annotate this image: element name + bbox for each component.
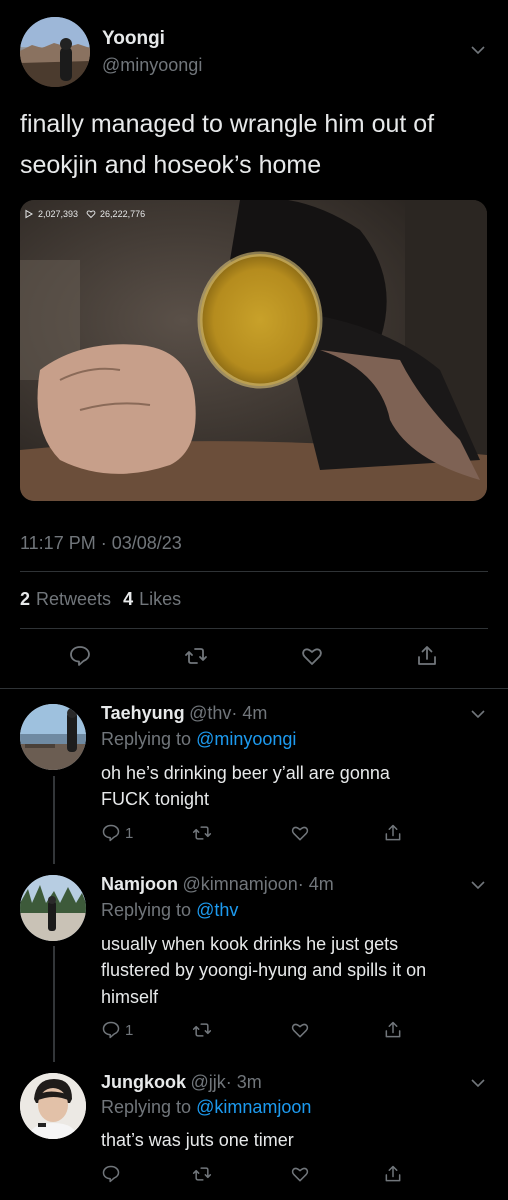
thread-line <box>53 776 55 864</box>
share-button[interactable] <box>383 1019 403 1041</box>
tweet-timestamp[interactable]: 11:17 PM · 03/08/23 <box>20 533 182 554</box>
tweet-video-media[interactable]: 2,027,393 26,222,776 <box>20 200 487 501</box>
reply-time: · 3m <box>225 1072 262 1092</box>
tweet-text-line-1: finally managed to wrangle him out of <box>20 110 435 138</box>
reply-author-handle[interactable]: @kimnamjoon <box>182 874 297 894</box>
like-button[interactable] <box>299 643 325 669</box>
avatar-image <box>20 875 86 941</box>
reply-author-name[interactable]: Taehyung <box>101 703 185 723</box>
retweet-icon <box>192 1023 212 1037</box>
share-icon <box>418 646 436 665</box>
replying-to-label: Replying to <box>101 900 192 920</box>
reply-icon <box>102 1021 120 1039</box>
divider <box>20 571 488 572</box>
reply-author-name[interactable]: Jungkook <box>101 1072 186 1092</box>
like-button[interactable] <box>290 1019 310 1041</box>
replying-to: Replying to @kimnamjoon <box>101 1097 311 1118</box>
retweet-icon <box>185 648 207 664</box>
reply-text-line-1: that’s was juts one timer <box>101 1130 294 1150</box>
share-button[interactable] <box>383 822 403 844</box>
reply-text-line-2: FUCK tonight <box>101 789 210 809</box>
reply-button[interactable]: 1 <box>101 1019 133 1041</box>
share-button[interactable] <box>383 1163 403 1185</box>
retweet-icon <box>192 1167 212 1181</box>
avatar-canyon-image <box>20 17 90 87</box>
reply-time: · 4m <box>297 874 334 894</box>
more-options-chevron-icon[interactable] <box>470 42 486 58</box>
reply-button[interactable]: 1 <box>101 822 133 844</box>
reply-author-handle[interactable]: @thv <box>189 703 231 723</box>
reply-avatar-jungkook[interactable] <box>20 1073 86 1139</box>
reply-author-handle[interactable]: @jjk <box>190 1072 225 1092</box>
heart-icon <box>302 648 322 665</box>
retweet-button[interactable] <box>192 1019 212 1041</box>
heart-icon <box>86 210 96 219</box>
reply-count: 1 <box>125 824 134 842</box>
more-options-chevron-icon[interactable] <box>470 1075 486 1091</box>
divider <box>0 688 508 689</box>
retweet-button[interactable] <box>192 1163 212 1185</box>
replying-to: Replying to @thv <box>101 900 238 921</box>
reply-count: 1 <box>125 1021 134 1039</box>
likes-count[interactable]: 4 <box>123 589 133 610</box>
more-options-chevron-icon[interactable] <box>470 877 486 893</box>
reply-text-line-3: himself <box>101 987 159 1007</box>
like-button[interactable] <box>290 1163 310 1185</box>
reply-header: Taehyung @thv· 4m <box>101 703 267 724</box>
thread-line <box>53 946 55 1062</box>
reply-time: · 4m <box>231 703 268 723</box>
reply-header: Namjoon @kimnamjoon· 4m <box>101 874 334 895</box>
author-name[interactable]: Yoongi <box>102 28 165 50</box>
reply-button[interactable] <box>101 1163 125 1185</box>
retweet-button[interactable] <box>192 822 212 844</box>
reply-header: Jungkook @jjk· 3m <box>101 1072 262 1093</box>
like-button[interactable] <box>290 822 310 844</box>
video-like-count: 26,222,776 <box>100 209 146 219</box>
reply-icon <box>70 646 90 666</box>
reply-icon <box>102 1165 120 1183</box>
reply-avatar-namjoon[interactable] <box>20 875 86 941</box>
video-frame-image <box>20 200 487 501</box>
replying-to-label: Replying to <box>101 1097 192 1117</box>
share-icon <box>385 824 401 841</box>
tweet-engagement-stats: 2 Retweets 4 Likes <box>20 589 181 610</box>
replying-to-handle[interactable]: @thv <box>196 900 238 920</box>
play-icon <box>25 209 33 219</box>
share-icon <box>385 1165 401 1182</box>
share-button[interactable] <box>414 643 440 669</box>
more-options-chevron-icon[interactable] <box>470 706 486 722</box>
video-stats-overlay: 2,027,393 26,222,776 <box>24 209 145 219</box>
retweet-button[interactable] <box>183 643 209 669</box>
retweets-count[interactable]: 2 <box>20 589 30 610</box>
divider <box>20 628 488 629</box>
heart-icon <box>291 826 309 841</box>
author-avatar[interactable] <box>20 17 90 87</box>
share-icon <box>385 1021 401 1038</box>
retweets-label[interactable]: Retweets <box>36 589 111 610</box>
reply-text-line-1: usually when kook drinks he just gets <box>101 934 399 954</box>
replying-to-handle[interactable]: @kimnamjoon <box>196 1097 311 1117</box>
reply-avatar-taehyung[interactable] <box>20 704 86 770</box>
heart-icon <box>291 1167 309 1182</box>
replying-to-handle[interactable]: @minyoongi <box>196 729 296 749</box>
reply-icon <box>102 824 120 842</box>
likes-label[interactable]: Likes <box>139 589 181 610</box>
author-handle[interactable]: @minyoongi <box>102 55 202 76</box>
reply-author-name[interactable]: Namjoon <box>101 874 178 894</box>
replying-to: Replying to @minyoongi <box>101 729 296 750</box>
reply-button[interactable] <box>67 643 93 669</box>
tweet-text-line-2: seokjin and hoseok’s home <box>20 151 322 179</box>
replying-to-label: Replying to <box>101 729 192 749</box>
video-view-count: 2,027,393 <box>38 209 79 219</box>
retweet-icon <box>192 826 212 840</box>
avatar-image <box>20 1073 86 1139</box>
reply-text-line-2: flustered by yoongi-hyung and spills it … <box>101 960 427 980</box>
heart-icon <box>291 1023 309 1038</box>
avatar-image <box>20 704 86 770</box>
reply-text-line-1: oh he’s drinking beer y’all are gonna <box>101 763 390 783</box>
